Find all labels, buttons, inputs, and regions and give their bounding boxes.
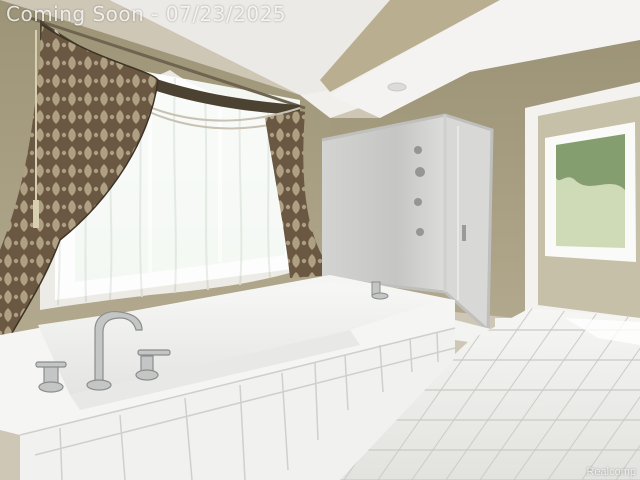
realcomp-watermark: Realcomp: [586, 466, 636, 478]
bathroom-photo: Coming Soon - 07/23/2025 Realcomp: [0, 0, 640, 480]
curtain-tassel: [33, 200, 39, 228]
recessed-light-icon: [387, 82, 407, 92]
shower-door-handle: [462, 225, 466, 241]
bathroom-scene: [0, 0, 640, 480]
coming-soon-overlay: Coming Soon - 07/23/2025: [6, 2, 287, 26]
shower-back-wall: [322, 115, 445, 292]
